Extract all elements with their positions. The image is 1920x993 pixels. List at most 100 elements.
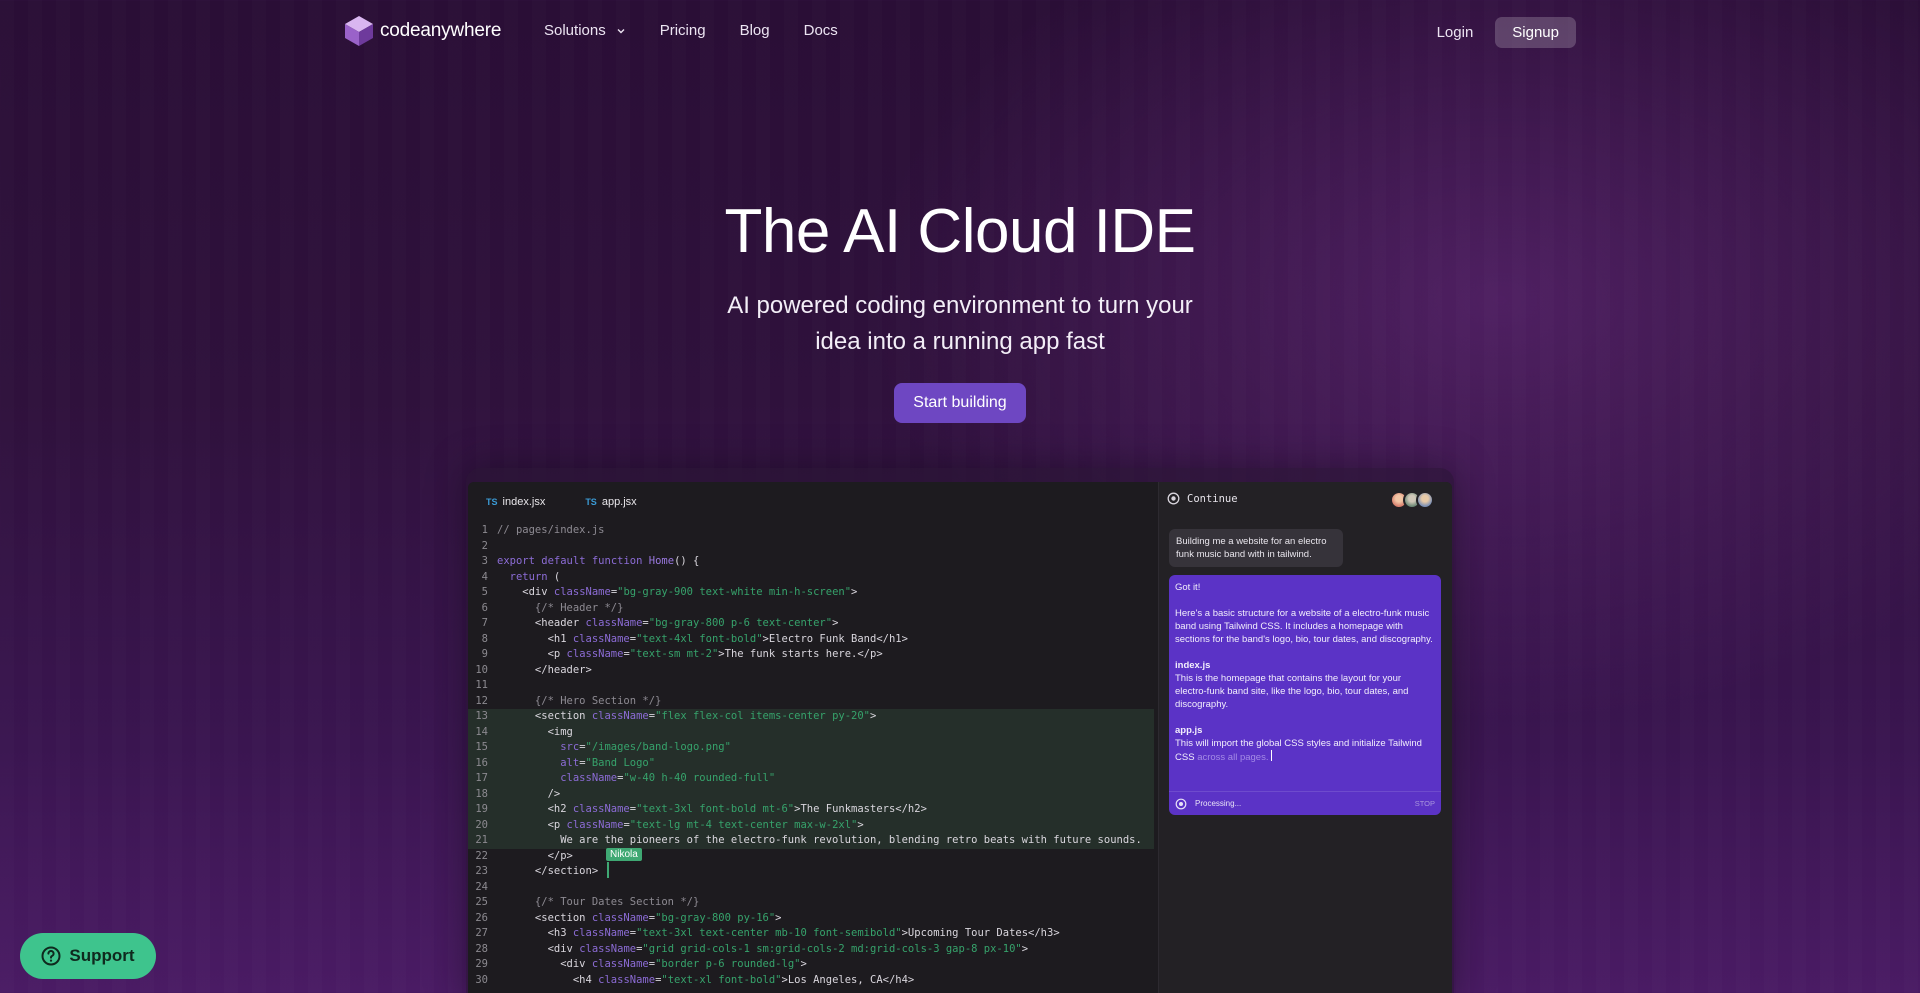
line-number: 20 <box>475 818 488 831</box>
code-line: 23 </section> <box>468 864 1158 880</box>
nav-solutions[interactable]: Solutions <box>544 22 626 39</box>
code-text: We are the pioneers of the electro-funk … <box>497 834 1142 846</box>
line-number: 2 <box>481 539 488 552</box>
collaborator-cursor-label: Nikola <box>606 848 642 861</box>
code-line: 22 </p> <box>468 849 1158 865</box>
editor-preview: TS index.jsx TS app.jsx 1 // pages/index.… <box>468 482 1452 993</box>
ai-file-1-name: index.js <box>1175 660 1211 671</box>
nav-blog[interactable]: Blog <box>740 22 770 39</box>
code-text: className="w-40 h-40 rounded-full" <box>560 772 776 784</box>
code-text: export default function Home() { <box>497 555 700 567</box>
help-icon <box>41 946 61 966</box>
hero-subtitle-line-1: AI powered coding environment to turn yo… <box>727 292 1193 319</box>
ai-intro: Got it! <box>1175 582 1201 593</box>
code-text: <header className="bg-gray-800 p-6 text-… <box>497 617 839 629</box>
tab-label: index.jsx <box>502 496 546 508</box>
line-number: 18 <box>475 787 488 800</box>
typing-caret <box>1271 750 1273 761</box>
chat-header: Continue <box>1167 492 1238 505</box>
code-line: 4 return ( <box>468 570 1158 586</box>
code-text: <p className="text-sm mt-2">The funk sta… <box>497 648 883 660</box>
hero-subtitle-line-2: idea into a running app fast <box>815 328 1105 355</box>
code-line: 28 <div className="grid grid-cols-1 sm:g… <box>468 942 1158 958</box>
code-line: 13 <section className="flex flex-col ite… <box>468 709 1158 725</box>
line-number: 6 <box>481 601 488 614</box>
line-number: 16 <box>475 756 488 769</box>
code-line: 17 className="w-40 h-40 rounded-full" <box>468 771 1158 787</box>
code-line: 1 // pages/index.js <box>468 523 1158 539</box>
line-number: 3 <box>481 555 488 567</box>
collaborator-avatars <box>1390 491 1434 509</box>
login-link[interactable]: Login <box>1437 24 1474 41</box>
code-text: /> <box>497 787 561 800</box>
line-number: 15 <box>475 741 488 753</box>
line-number: 14 <box>475 725 488 738</box>
line-number: 4 <box>481 570 488 583</box>
code-text: {/* Header */} <box>497 601 624 614</box>
stop-button[interactable]: STOP <box>1415 797 1435 810</box>
brand-logo[interactable]: codeanywhere <box>344 15 501 47</box>
avatar[interactable] <box>1416 491 1434 509</box>
code-line: 10 </header> <box>468 663 1158 679</box>
code-text: alt="Band Logo" <box>560 756 656 769</box>
code-line: 8 <h1 className="text-4xl font-bold">Ele… <box>468 632 1158 648</box>
code-line: 24 <box>468 880 1158 896</box>
nav-pricing[interactable]: Pricing <box>660 22 706 39</box>
code-text: <h4 className="text-xl font-bold">Los An… <box>497 973 915 986</box>
code-line: 2 <box>468 539 1158 555</box>
code-line: 5 <div className="bg-gray-900 text-white… <box>468 585 1158 601</box>
line-number: 9 <box>481 648 488 660</box>
nav-solutions-label: Solutions <box>544 22 606 39</box>
code-line: 7 <header className="bg-gray-800 p-6 tex… <box>468 616 1158 632</box>
code-text: <img <box>497 725 573 738</box>
continue-logo-icon <box>1175 798 1187 809</box>
start-building-button[interactable]: Start building <box>894 383 1026 423</box>
code-text: </p> <box>497 849 573 862</box>
code-line: 25 {/* Tour Dates Section */} <box>468 895 1158 911</box>
processing-bar: Processing... STOP <box>1169 791 1441 815</box>
code-text: <h3 className="text-3xl text-center mb-1… <box>497 927 1060 939</box>
tab-app-jsx[interactable]: TS app.jsx <box>585 496 636 508</box>
line-number: 24 <box>475 880 488 893</box>
continue-logo-icon <box>1167 492 1180 505</box>
signup-button[interactable]: Signup <box>1495 17 1576 48</box>
code-line: 21 We are the pioneers of the electro-fu… <box>468 833 1158 849</box>
line-number: 22 <box>475 849 488 862</box>
line-number: 27 <box>475 927 488 939</box>
support-button[interactable]: Support <box>20 933 156 979</box>
code-text: <section className="bg-gray-800 py-16"> <box>497 911 782 924</box>
code-line: 26 <section className="bg-gray-800 py-16… <box>468 911 1158 927</box>
code-text: <h1 className="text-4xl font-bold">Elect… <box>497 632 908 645</box>
code-line: 30 <h4 className="text-xl font-bold">Los… <box>468 973 1158 989</box>
hero-title: The AI Cloud IDE <box>724 197 1196 266</box>
code-text: // pages/index.js <box>497 524 605 536</box>
code-line: 16 alt="Band Logo" <box>468 756 1158 772</box>
tab-label: app.jsx <box>601 496 637 508</box>
line-number: 25 <box>475 896 488 908</box>
line-number: 17 <box>475 772 488 784</box>
hero-subtitle: AI powered coding environment to turn yo… <box>660 288 1260 360</box>
tab-index-jsx[interactable]: TS index.jsx <box>486 496 545 508</box>
line-number: 29 <box>475 958 488 970</box>
code-line: 19 <h2 className="text-3xl font-bold mt-… <box>468 802 1158 818</box>
code-text: <div className="bg-gray-900 text-white m… <box>497 586 858 598</box>
code-line: 6 {/* Header */} <box>468 601 1158 617</box>
code-editor[interactable]: 1 // pages/index.js 2 3 export default funct… <box>468 523 1158 988</box>
ai-file-1: index.js This is the homepage that conta… <box>1175 659 1435 711</box>
ai-body: Here's a basic structure for a website o… <box>1175 608 1433 645</box>
ai-file-2-name: app.js <box>1175 725 1203 736</box>
ai-file-1-desc: This is the homepage that contains the l… <box>1175 673 1409 710</box>
user-message: Building me a website for an electro fun… <box>1169 529 1343 567</box>
code-pane: TS index.jsx TS app.jsx 1 // pages/index.… <box>468 482 1158 993</box>
ai-chat-panel: Continue Building me a website for an el… <box>1158 482 1452 993</box>
nav-docs[interactable]: Docs <box>804 22 838 39</box>
code-line: 29 <div className="border p-6 rounded-lg… <box>468 957 1158 973</box>
code-text: <div className="grid grid-cols-1 sm:grid… <box>497 942 1029 955</box>
typescript-icon: TS <box>486 497 498 507</box>
support-label: Support <box>69 946 135 965</box>
line-number: 19 <box>475 803 488 815</box>
line-number: 1 <box>481 524 488 536</box>
code-line: 18 /> <box>468 787 1158 803</box>
cube-logo-icon <box>345 16 373 46</box>
ai-response: Got it! Here's a basic structure for a w… <box>1169 575 1441 815</box>
